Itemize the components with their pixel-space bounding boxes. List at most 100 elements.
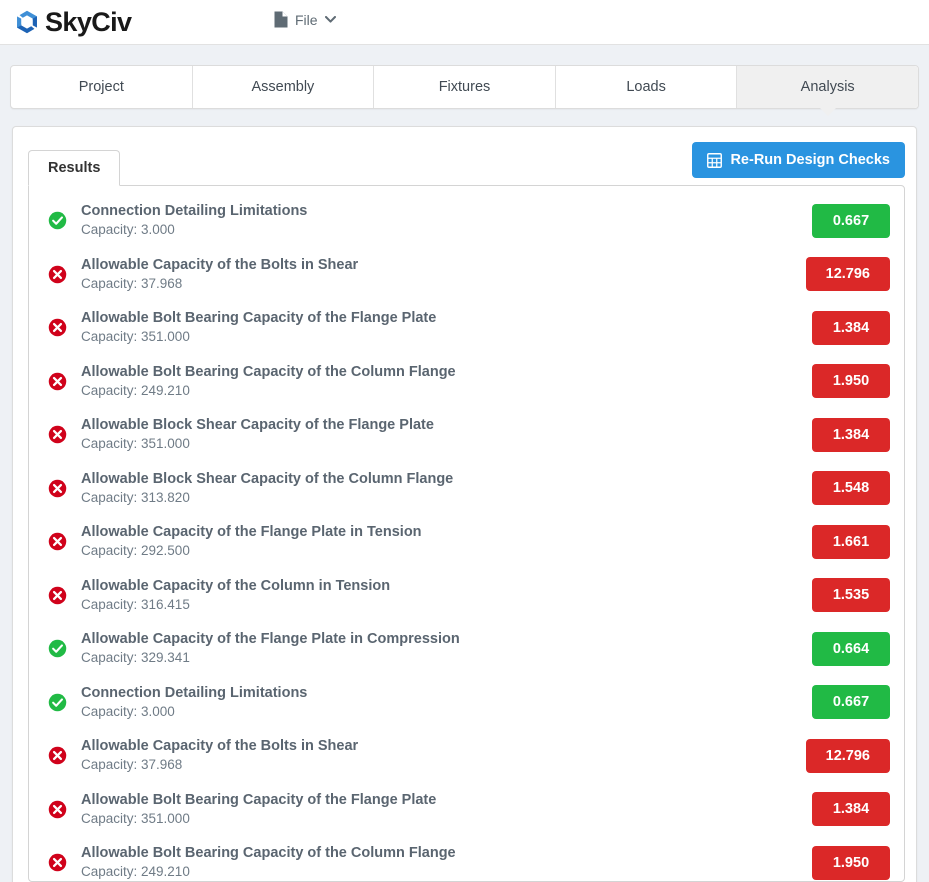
- result-title: Connection Detailing Limitations: [81, 202, 812, 221]
- result-title: Allowable Capacity of the Bolts in Shear: [81, 256, 806, 275]
- file-menu-label: File: [295, 12, 318, 28]
- result-title: Allowable Capacity of the Column in Tens…: [81, 577, 812, 596]
- result-ratio-badge: 1.950: [812, 846, 890, 880]
- result-capacity: Capacity: 316.415: [81, 596, 812, 614]
- x-circle-icon: [48, 532, 67, 551]
- x-circle-icon: [48, 425, 67, 444]
- results-list: Connection Detailing LimitationsCapacity…: [29, 186, 904, 882]
- result-ratio-badge: 1.548: [812, 471, 890, 505]
- result-row[interactable]: Allowable Capacity of the Flange Plate i…: [29, 515, 904, 569]
- result-text-group: Allowable Bolt Bearing Capacity of the C…: [81, 844, 812, 881]
- analysis-card: Results Re-Run Design Checks Connection …: [12, 126, 917, 882]
- result-title: Allowable Bolt Bearing Capacity of the F…: [81, 309, 812, 328]
- tab-assembly[interactable]: Assembly: [193, 66, 375, 108]
- result-capacity: Capacity: 329.341: [81, 649, 812, 667]
- result-row[interactable]: Connection Detailing LimitationsCapacity…: [29, 676, 904, 730]
- result-title: Connection Detailing Limitations: [81, 684, 812, 703]
- brand[interactable]: SkyCiv: [13, 8, 131, 36]
- brand-name: SkyCiv: [45, 9, 131, 36]
- result-row[interactable]: Allowable Bolt Bearing Capacity of the C…: [29, 836, 904, 882]
- x-circle-icon: [48, 746, 67, 765]
- result-text-group: Connection Detailing LimitationsCapacity…: [81, 684, 812, 721]
- result-title: Allowable Bolt Bearing Capacity of the C…: [81, 363, 812, 382]
- result-ratio-badge: 0.664: [812, 632, 890, 666]
- tab-results[interactable]: Results: [28, 150, 120, 186]
- app-header: SkyCiv File: [0, 0, 929, 45]
- results-card-header: Results Re-Run Design Checks: [28, 141, 905, 185]
- result-ratio-badge: 12.796: [806, 739, 890, 773]
- result-row[interactable]: Connection Detailing LimitationsCapacity…: [29, 194, 904, 248]
- result-text-group: Allowable Capacity of the Flange Plate i…: [81, 523, 812, 560]
- tab-fixtures[interactable]: Fixtures: [374, 66, 556, 108]
- result-capacity: Capacity: 3.000: [81, 703, 812, 721]
- result-row[interactable]: Allowable Capacity of the Bolts in Shear…: [29, 248, 904, 302]
- result-row[interactable]: Allowable Bolt Bearing Capacity of the F…: [29, 783, 904, 837]
- result-ratio-badge: 1.384: [812, 418, 890, 452]
- tab-label: Project: [79, 79, 124, 95]
- result-title: Allowable Block Shear Capacity of the Fl…: [81, 416, 812, 435]
- result-capacity: Capacity: 3.000: [81, 221, 812, 239]
- result-ratio-badge: 1.661: [812, 525, 890, 559]
- result-row[interactable]: Allowable Bolt Bearing Capacity of the F…: [29, 301, 904, 355]
- result-ratio-badge: 12.796: [806, 257, 890, 291]
- result-capacity: Capacity: 37.968: [81, 275, 806, 293]
- result-text-group: Allowable Bolt Bearing Capacity of the C…: [81, 363, 812, 400]
- result-text-group: Allowable Capacity of the Bolts in Shear…: [81, 256, 806, 293]
- result-ratio-badge: 1.384: [812, 311, 890, 345]
- check-circle-icon: [48, 639, 67, 658]
- chevron-down-icon: [325, 16, 336, 23]
- x-circle-icon: [48, 372, 67, 391]
- document-icon: [274, 11, 288, 28]
- re-run-design-checks-button[interactable]: Re-Run Design Checks: [692, 142, 905, 178]
- result-ratio-badge: 1.384: [812, 792, 890, 826]
- result-text-group: Allowable Capacity of the Bolts in Shear…: [81, 737, 806, 774]
- tab-analysis[interactable]: Analysis: [737, 66, 918, 108]
- check-circle-icon: [48, 211, 67, 230]
- result-ratio-badge: 0.667: [812, 685, 890, 719]
- tab-label: Fixtures: [439, 79, 491, 95]
- tab-label: Analysis: [801, 79, 855, 95]
- result-row[interactable]: Allowable Block Shear Capacity of the Co…: [29, 462, 904, 516]
- result-text-group: Allowable Block Shear Capacity of the Fl…: [81, 416, 812, 453]
- tab-loads[interactable]: Loads: [556, 66, 738, 108]
- result-row[interactable]: Allowable Block Shear Capacity of the Fl…: [29, 408, 904, 462]
- result-title: Allowable Bolt Bearing Capacity of the C…: [81, 844, 812, 863]
- result-text-group: Allowable Bolt Bearing Capacity of the F…: [81, 791, 812, 828]
- result-capacity: Capacity: 351.000: [81, 810, 812, 828]
- result-row[interactable]: Allowable Capacity of the Column in Tens…: [29, 569, 904, 623]
- calculator-icon: [707, 153, 722, 168]
- result-ratio-badge: 1.950: [812, 364, 890, 398]
- tab-label: Loads: [626, 79, 666, 95]
- result-text-group: Allowable Block Shear Capacity of the Co…: [81, 470, 812, 507]
- result-row[interactable]: Allowable Capacity of the Bolts in Shear…: [29, 729, 904, 783]
- result-text-group: Connection Detailing LimitationsCapacity…: [81, 202, 812, 239]
- check-circle-icon: [48, 693, 67, 712]
- result-text-group: Allowable Capacity of the Flange Plate i…: [81, 630, 812, 667]
- x-circle-icon: [48, 479, 67, 498]
- x-circle-icon: [48, 853, 67, 872]
- x-circle-icon: [48, 265, 67, 284]
- result-capacity: Capacity: 249.210: [81, 863, 812, 881]
- result-title: Allowable Capacity of the Bolts in Shear: [81, 737, 806, 756]
- result-ratio-badge: 0.667: [812, 204, 890, 238]
- results-panel: Connection Detailing LimitationsCapacity…: [28, 185, 905, 882]
- result-capacity: Capacity: 313.820: [81, 489, 812, 507]
- main-tab-bar: Project Assembly Fixtures Loads Analysis: [10, 65, 919, 109]
- result-text-group: Allowable Capacity of the Column in Tens…: [81, 577, 812, 614]
- result-capacity: Capacity: 351.000: [81, 328, 812, 346]
- result-text-group: Allowable Bolt Bearing Capacity of the F…: [81, 309, 812, 346]
- result-title: Allowable Bolt Bearing Capacity of the F…: [81, 791, 812, 810]
- result-capacity: Capacity: 249.210: [81, 382, 812, 400]
- result-title: Allowable Capacity of the Flange Plate i…: [81, 523, 812, 542]
- result-capacity: Capacity: 292.500: [81, 542, 812, 560]
- result-title: Allowable Capacity of the Flange Plate i…: [81, 630, 812, 649]
- tab-project[interactable]: Project: [11, 66, 193, 108]
- x-circle-icon: [48, 800, 67, 819]
- re-run-design-checks-label: Re-Run Design Checks: [730, 152, 890, 168]
- result-row[interactable]: Allowable Capacity of the Flange Plate i…: [29, 622, 904, 676]
- result-capacity: Capacity: 351.000: [81, 435, 812, 453]
- result-row[interactable]: Allowable Bolt Bearing Capacity of the C…: [29, 355, 904, 409]
- tab-label: Assembly: [251, 79, 314, 95]
- result-title: Allowable Block Shear Capacity of the Co…: [81, 470, 812, 489]
- file-menu-button[interactable]: File: [274, 11, 336, 28]
